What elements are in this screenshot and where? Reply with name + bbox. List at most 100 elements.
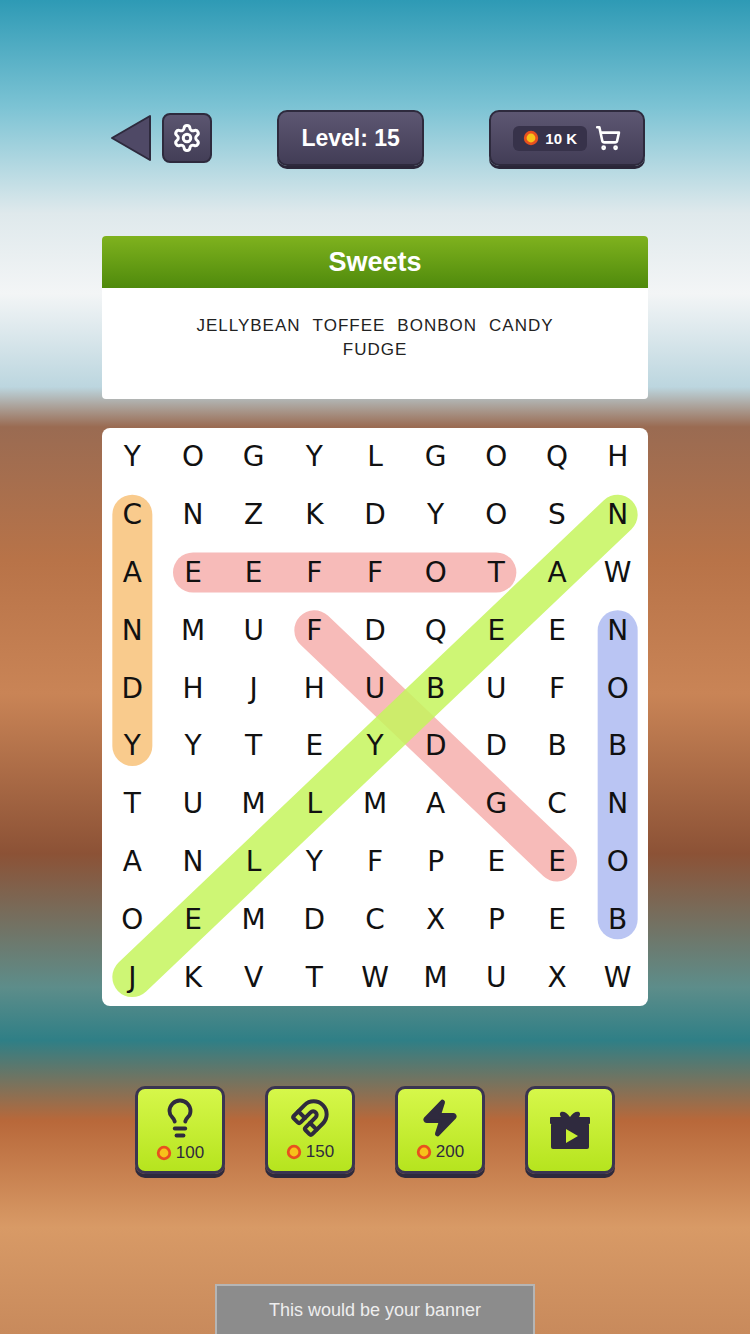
letter-cell[interactable]: O (587, 659, 648, 717)
magnet-button[interactable]: 150 (265, 1086, 355, 1174)
letter-cell[interactable]: Y (284, 833, 345, 891)
letter-cell[interactable]: P (405, 833, 466, 891)
letter-cell[interactable]: Z (223, 486, 284, 544)
letter-cell[interactable]: E (223, 544, 284, 602)
letter-cell[interactable]: J (102, 948, 163, 1006)
letter-cell[interactable]: Q (527, 428, 588, 486)
letter-cell[interactable]: Y (102, 717, 163, 775)
letter-cell[interactable]: F (345, 544, 406, 602)
letter-cell[interactable]: C (527, 775, 588, 833)
letter-cell[interactable]: Y (163, 717, 224, 775)
letter-cell[interactable]: F (527, 659, 588, 717)
letter-cell[interactable]: Y (102, 428, 163, 486)
letter-cell[interactable]: M (405, 948, 466, 1006)
letter-cell[interactable]: E (284, 717, 345, 775)
letter-cell[interactable]: O (163, 428, 224, 486)
letter-cell[interactable]: Q (405, 601, 466, 659)
letter-cell[interactable]: W (587, 544, 648, 602)
letter-cell[interactable]: N (102, 601, 163, 659)
letter-cell[interactable]: L (345, 428, 406, 486)
letter-cell[interactable]: B (587, 717, 648, 775)
letter-cell[interactable]: S (527, 486, 588, 544)
letter-cell[interactable]: N (163, 833, 224, 891)
letter-cell[interactable]: N (587, 601, 648, 659)
letter-cell[interactable]: H (284, 659, 345, 717)
letter-cell[interactable]: G (466, 775, 527, 833)
letter-cell[interactable]: P (466, 890, 527, 948)
letter-cell[interactable]: O (405, 544, 466, 602)
letter-cell[interactable]: L (223, 833, 284, 891)
letter-cell[interactable]: O (102, 890, 163, 948)
bolt-button[interactable]: 200 (395, 1086, 485, 1174)
letter-cell[interactable]: T (223, 717, 284, 775)
letter-cell[interactable]: B (527, 717, 588, 775)
letter-cell[interactable]: O (466, 428, 527, 486)
letter-cell[interactable]: U (345, 659, 406, 717)
letter-cell[interactable]: A (102, 544, 163, 602)
letter-cell[interactable]: W (345, 948, 406, 1006)
letter-cell[interactable]: K (163, 948, 224, 1006)
letter-cell[interactable]: U (466, 948, 527, 1006)
letter-cell[interactable]: T (102, 775, 163, 833)
letter-cell[interactable]: E (527, 601, 588, 659)
letter-cell[interactable]: X (527, 948, 588, 1006)
letter-cell[interactable]: C (345, 890, 406, 948)
letter-cell[interactable]: J (223, 659, 284, 717)
back-arrow-icon[interactable] (110, 114, 152, 162)
letter-cell[interactable]: Y (405, 486, 466, 544)
letter-cell[interactable]: E (527, 890, 588, 948)
letter-cell[interactable]: F (284, 601, 345, 659)
letter-cell[interactable]: A (405, 775, 466, 833)
letter-cell[interactable]: N (587, 775, 648, 833)
letter-cell[interactable]: U (163, 775, 224, 833)
letter-cell[interactable]: V (223, 948, 284, 1006)
hint-button[interactable]: 100 (135, 1086, 225, 1174)
letter-cell[interactable]: W (587, 948, 648, 1006)
letter-cell[interactable]: B (587, 890, 648, 948)
letter-cell[interactable]: M (345, 775, 406, 833)
letter-cell[interactable]: L (284, 775, 345, 833)
letter-cell[interactable]: D (345, 601, 406, 659)
settings-button[interactable] (162, 113, 212, 163)
letter-cell[interactable]: G (405, 428, 466, 486)
letter-cell[interactable]: C (102, 486, 163, 544)
ad-banner[interactable]: This would be your banner (215, 1284, 535, 1334)
letter-cell[interactable]: T (466, 544, 527, 602)
coin-shop-button[interactable]: 10 K (489, 110, 645, 166)
letter-cell[interactable]: D (466, 717, 527, 775)
letter-cell[interactable]: U (223, 601, 284, 659)
letter-cell[interactable]: U (466, 659, 527, 717)
letter-cell[interactable]: G (223, 428, 284, 486)
letter-cell[interactable]: N (163, 486, 224, 544)
word-grid[interactable]: YOGYLGOQHCNZKDYOSNAEEFFOTAWNMUFDQEENDHJH… (102, 428, 648, 1006)
letter-cell[interactable]: D (102, 659, 163, 717)
letter-cell[interactable]: D (405, 717, 466, 775)
letter-cell[interactable]: E (527, 833, 588, 891)
target-word: BONBON (397, 316, 477, 336)
letter-cell[interactable]: O (587, 833, 648, 891)
letter-cell[interactable]: B (405, 659, 466, 717)
letter-cell[interactable]: Y (345, 717, 406, 775)
letter-cell[interactable]: A (102, 833, 163, 891)
letter-cell[interactable]: M (223, 890, 284, 948)
letter-cell[interactable]: E (466, 601, 527, 659)
letter-cell[interactable]: T (284, 948, 345, 1006)
letter-cell[interactable]: M (223, 775, 284, 833)
letter-cell[interactable]: F (284, 544, 345, 602)
letter-cell[interactable]: N (587, 486, 648, 544)
letter-cell[interactable]: D (284, 890, 345, 948)
letter-cell[interactable]: O (466, 486, 527, 544)
letter-cell[interactable]: M (163, 601, 224, 659)
letter-cell[interactable]: F (345, 833, 406, 891)
letter-cell[interactable]: K (284, 486, 345, 544)
letter-cell[interactable]: H (163, 659, 224, 717)
letter-cell[interactable]: H (587, 428, 648, 486)
gift-button[interactable] (525, 1086, 615, 1174)
letter-cell[interactable]: E (466, 833, 527, 891)
letter-cell[interactable]: Y (284, 428, 345, 486)
letter-cell[interactable]: D (345, 486, 406, 544)
letter-cell[interactable]: A (527, 544, 588, 602)
letter-cell[interactable]: E (163, 890, 224, 948)
letter-cell[interactable]: X (405, 890, 466, 948)
letter-cell[interactable]: E (163, 544, 224, 602)
